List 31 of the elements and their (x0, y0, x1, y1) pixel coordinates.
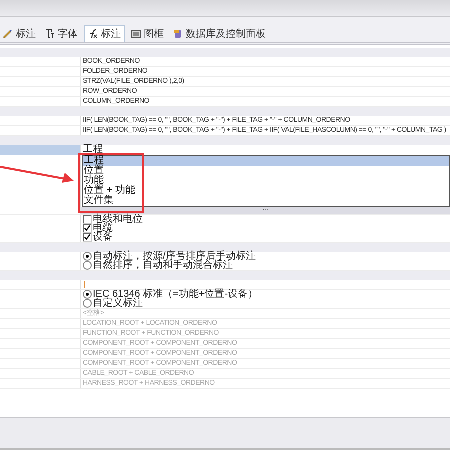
dropdown-option[interactable]: 位置 (83, 166, 449, 176)
database-icon (173, 29, 183, 39)
checkbox[interactable] (83, 224, 92, 233)
tab[interactable]: 数据库及控制面板 (170, 26, 269, 42)
checkbox-option[interactable]: 电缆 (83, 224, 450, 233)
tab[interactable]: 标注 (0, 26, 39, 42)
tab[interactable]: 字体 (42, 26, 81, 42)
radio-option[interactable]: 自动标注，按源/序号排序后手动标注 (83, 252, 450, 261)
highlight-box (78, 153, 144, 213)
dropdown-option[interactable]: 功能 (83, 176, 449, 186)
frame-icon (131, 29, 141, 39)
function-icon (88, 29, 98, 39)
radio-option[interactable]: 自然排序，自动和手动混合标注 (83, 261, 450, 270)
checkbox-option[interactable]: 电线和电位 (83, 215, 450, 224)
radio-option[interactable]: IEC 61346 标准（=功能+位置-设备） (83, 290, 450, 299)
radio-button[interactable] (83, 252, 92, 261)
dropdown-option[interactable]: 位置 + 功能 (83, 186, 449, 196)
radio-button[interactable] (83, 290, 92, 299)
radio-option[interactable]: 自定义标注 (83, 299, 450, 308)
tab[interactable]: 标注 (84, 25, 125, 42)
tab[interactable]: 图框 (128, 26, 167, 42)
checkbox[interactable] (83, 215, 92, 224)
dropdown-option[interactable]: 文件集 (83, 196, 449, 206)
pencil-icon (3, 29, 13, 39)
checkbox[interactable] (83, 233, 92, 242)
dropdown-field[interactable]: 工程 (83, 145, 450, 155)
checkbox-option[interactable]: 设备 (83, 233, 450, 242)
radio-button[interactable] (83, 261, 92, 270)
radio-button[interactable] (83, 299, 92, 308)
font-icon (45, 29, 55, 39)
dropdown-option[interactable]: 工程 (83, 156, 449, 166)
